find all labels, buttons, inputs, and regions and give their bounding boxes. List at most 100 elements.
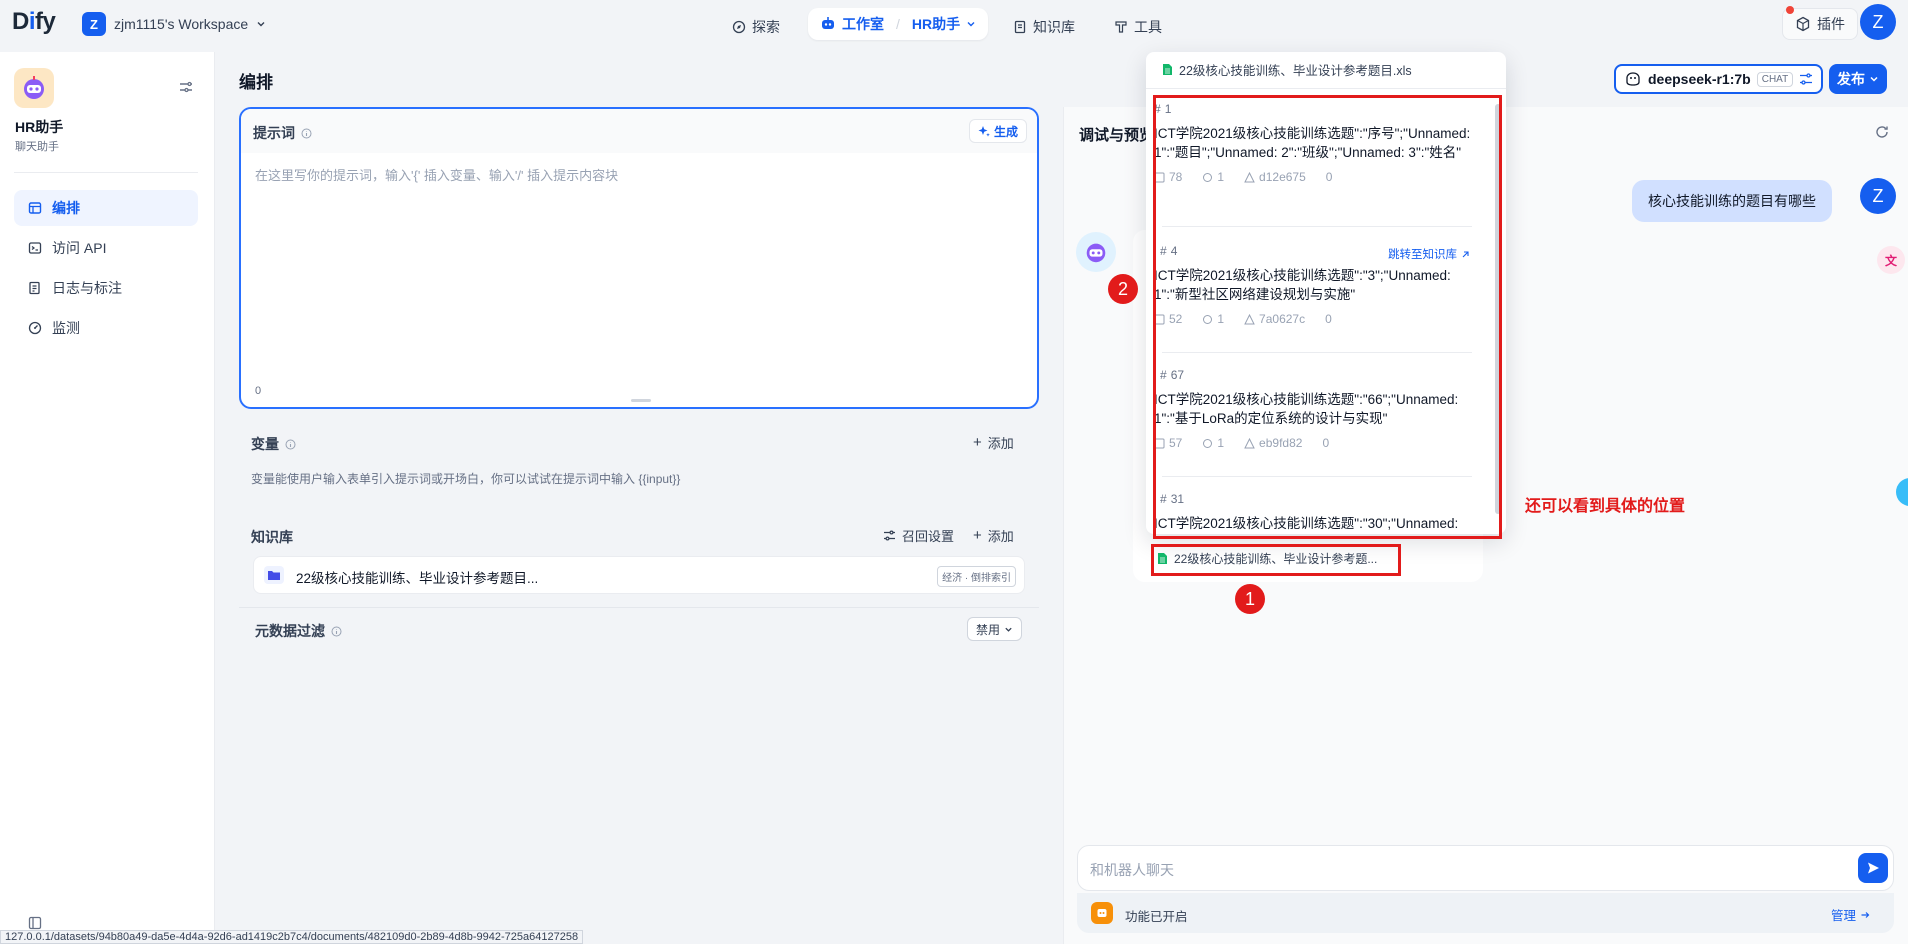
sidebar-item-api[interactable]: 访问 API — [14, 230, 198, 266]
sidebar-item-monitor[interactable]: 监测 — [14, 310, 198, 346]
nav-knowledge-label: 知识库 — [1033, 19, 1075, 35]
nav-tools-label: 工具 — [1134, 19, 1162, 35]
annotation-box-2 — [1153, 95, 1502, 539]
sidebar-item-label: 编排 — [52, 200, 80, 216]
user-message: 核心技能训练的题目有哪些 — [1632, 180, 1832, 222]
chevron-down-icon — [966, 19, 976, 29]
settings-sliders-icon — [1799, 72, 1813, 86]
cube-icon — [1795, 16, 1811, 32]
variables-label: 变量 — [251, 436, 279, 452]
dataset-item[interactable]: 22级核心技能训练、毕业设计参考题目... 经济 · 倒排索引 — [253, 556, 1025, 594]
chevron-down-icon — [256, 19, 266, 29]
tool-icon — [1114, 20, 1128, 34]
knowledge-label: 知识库 — [251, 529, 293, 545]
prompt-placeholder[interactable]: 在这里写你的提示词，输入'{' 插入变量、输入'/' 插入提示内容块 — [255, 165, 618, 184]
robot-icon — [820, 16, 836, 32]
folder-icon — [264, 566, 284, 584]
model-selector[interactable]: deepseek-r1:7b CHAT — [1614, 64, 1824, 94]
send-button[interactable] — [1858, 853, 1888, 883]
model-mode-badge: CHAT — [1756, 71, 1794, 87]
chat-input-box: 和机器人聊天 — [1077, 845, 1894, 891]
user-message-avatar: Z — [1860, 178, 1896, 214]
chevron-down-icon — [1004, 625, 1013, 634]
annotation-marker-2: 2 — [1108, 274, 1138, 304]
left-sidebar — [0, 52, 215, 944]
manage-label: 管理 — [1831, 909, 1857, 923]
workspace-badge: Z — [82, 12, 106, 36]
variables-description: 变量能使用户输入表单引入提示词或开场白，你可以试试在提示词中输入 {{input… — [251, 472, 681, 486]
recall-settings-label: 召回设置 — [902, 529, 955, 544]
chevron-down-icon — [1869, 74, 1879, 84]
sidebar-item-label: 日志与标注 — [52, 280, 122, 296]
info-icon — [285, 439, 296, 450]
metadata-filter-select[interactable]: 禁用 — [967, 617, 1023, 641]
translate-float-icon[interactable]: 文 — [1877, 246, 1905, 274]
publish-button[interactable]: 发布 — [1829, 64, 1887, 94]
panel-toggle-icon[interactable] — [28, 916, 42, 930]
variables-section: 变量 + 添加 变量能使用户输入表单引入提示词或开场白，你可以试试在提示词中输入 … — [239, 418, 1039, 501]
dashboard-icon — [28, 321, 42, 335]
prompt-char-count: 0 — [255, 385, 262, 397]
divider — [239, 607, 1039, 608]
excel-file-icon — [1162, 63, 1173, 76]
dify-logo[interactable]: Dify — [12, 8, 56, 36]
workspace-name: zjm1115's Workspace — [114, 16, 249, 32]
user-avatar[interactable]: Z — [1860, 4, 1896, 40]
add-variable-button[interactable]: + 添加 — [973, 433, 1014, 452]
send-icon — [1866, 861, 1880, 875]
compass-icon — [732, 20, 746, 34]
sidebar-item-label: 访问 API — [52, 240, 107, 256]
prompt-editor: 提示词 生成 在这里写你的提示词，输入'{' 插入变量、输入'/' 插入提示内容… — [239, 107, 1039, 409]
page-title: 编排 — [239, 73, 273, 92]
popup-file-header: 22级核心技能训练、毕业设计参考题目.xls — [1162, 60, 1412, 79]
plugins-label: 插件 — [1817, 16, 1845, 32]
sparkle-icon — [978, 125, 990, 137]
refresh-icon[interactable] — [1874, 124, 1890, 140]
sidebar-item-logs[interactable]: 日志与标注 — [14, 270, 198, 306]
workspace-switcher[interactable]: Z zjm1115's Workspace — [82, 12, 266, 36]
current-app-label[interactable]: HR助手 — [912, 14, 960, 34]
collapse-sidebar-icon[interactable] — [178, 79, 194, 95]
generate-label: 生成 — [994, 124, 1019, 139]
nav-knowledge[interactable]: 知识库 — [1003, 12, 1085, 42]
nav-explore[interactable]: 探索 — [722, 12, 790, 42]
book-icon — [1013, 20, 1027, 34]
add-knowledge-button[interactable]: + 添加 — [973, 526, 1014, 545]
dataset-tag: 经济 · 倒排索引 — [937, 566, 1016, 587]
whale-icon — [1624, 70, 1642, 88]
metadata-filter-label-wrap: 元数据过滤 — [255, 621, 342, 641]
chat-input[interactable]: 和机器人聊天 — [1090, 860, 1174, 880]
recall-settings-button[interactable]: 召回设置 — [883, 526, 954, 545]
divider — [1146, 88, 1506, 89]
app-name: HR助手 — [15, 119, 64, 135]
feature-icon — [1091, 902, 1113, 924]
manage-button[interactable]: 管理 — [1831, 905, 1870, 924]
sidebar-item-orchestrate[interactable]: 编排 — [14, 190, 198, 226]
resize-handle[interactable] — [631, 399, 651, 402]
nav-explore-label: 探索 — [752, 19, 780, 35]
annotation-note: 还可以看到具体的位置 — [1525, 498, 1686, 515]
plugins-button[interactable]: 插件 — [1782, 8, 1858, 40]
nav-studio[interactable]: 工作室 / HR助手 — [808, 8, 989, 40]
variables-label-wrap: 变量 — [251, 434, 296, 454]
debug-title: 调试与预览 — [1079, 127, 1155, 144]
dataset-name: 22级核心技能训练、毕业设计参考题目... — [296, 571, 539, 586]
add-knowledge-label: 添加 — [987, 529, 1014, 544]
app-icon — [14, 68, 54, 108]
popup-file-name: 22级核心技能训练、毕业设计参考题目.xls — [1179, 64, 1412, 78]
settings-sliders-icon — [883, 529, 896, 542]
nav-studio-label: 工作室 — [842, 16, 884, 32]
model-name: deepseek-r1:7b — [1648, 71, 1751, 87]
terminal-icon — [28, 241, 42, 255]
annotation-marker-1: 1 — [1235, 584, 1265, 614]
sidebar-divider — [14, 172, 198, 173]
layout-icon — [28, 201, 42, 215]
add-variable-label: 添加 — [987, 436, 1014, 451]
info-icon — [331, 626, 342, 637]
generate-button[interactable]: 生成 — [969, 119, 1028, 143]
status-url: 127.0.0.1/datasets/94b80a49-da5e-4d4a-92… — [0, 930, 584, 944]
features-bar: 功能已开启 管理 — [1077, 893, 1894, 933]
publish-label: 发布 — [1837, 71, 1865, 87]
nav-tools[interactable]: 工具 — [1104, 12, 1172, 42]
info-icon — [301, 128, 312, 139]
